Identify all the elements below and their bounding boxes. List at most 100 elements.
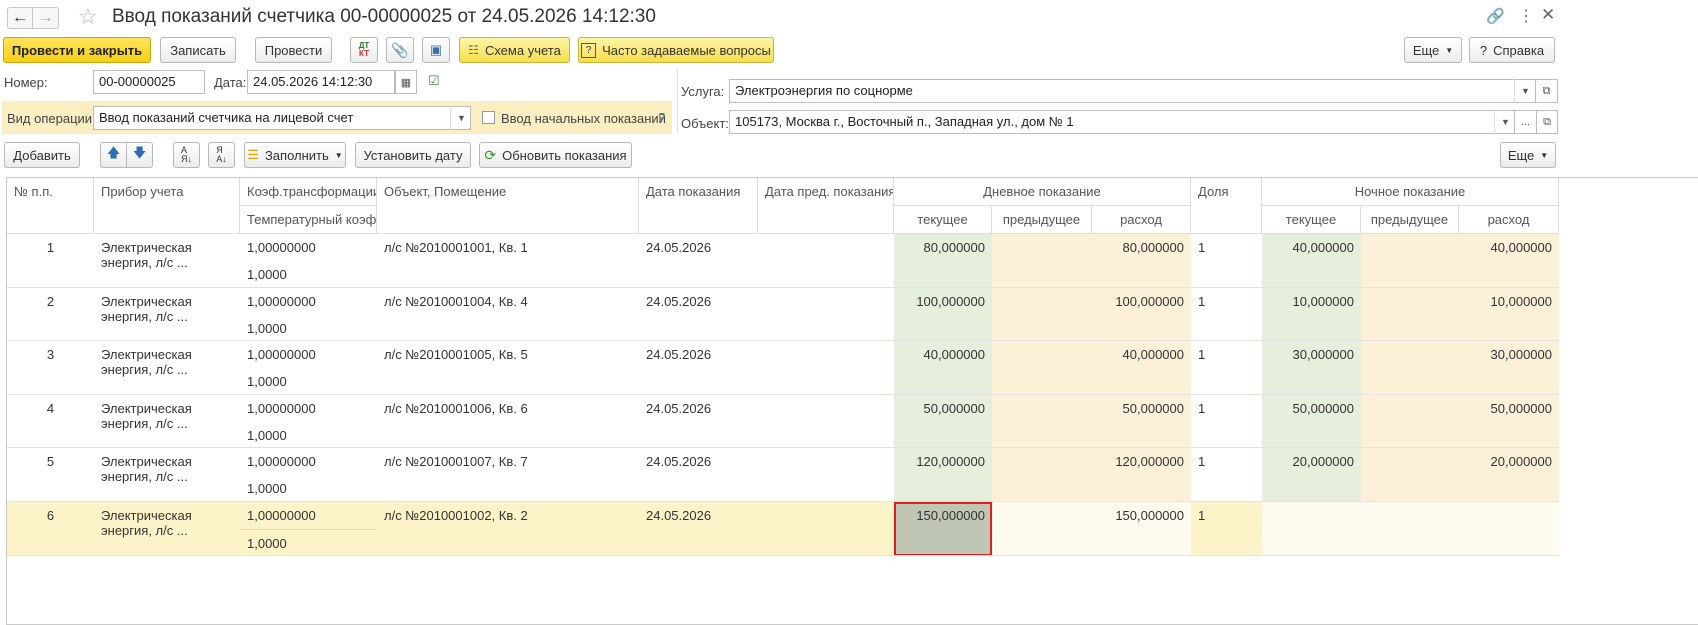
cell-coef[interactable]: 1,00000000 (240, 502, 377, 529)
cell-night-cur[interactable]: 30,000000 (1262, 341, 1361, 395)
col-num[interactable]: № п.п. (7, 178, 94, 234)
object-field[interactable]: 105173, Москва г., Восточный п., Западна… (729, 110, 1515, 134)
cell-device[interactable]: Электрическая энергия, л/с ... (94, 502, 240, 556)
dt-kt-button[interactable]: ДТ КТ (350, 37, 378, 63)
cell-share[interactable]: 1 (1191, 234, 1262, 288)
cell-day-use[interactable]: 80,000000 (1092, 234, 1191, 288)
cell-night-prev[interactable] (1361, 287, 1459, 342)
attach-button[interactable]: 📎 (386, 37, 414, 63)
col-day-previous[interactable]: предыдущее (992, 206, 1092, 234)
operation-dropdown[interactable]: ▼ (450, 106, 472, 130)
object-select-button[interactable]: ... (1515, 110, 1537, 134)
calendar-button[interactable]: ▦ (395, 70, 417, 94)
cell-temp[interactable]: 1,0000 (240, 475, 377, 501)
move-up-button[interactable]: 🡅 (100, 142, 127, 168)
table-row[interactable]: 6 Электрическая энергия, л/с ... 1,0000000… (7, 502, 1559, 556)
cell-object[interactable]: л/с №2010001005, Кв. 5 (377, 341, 639, 395)
cell-share[interactable]: 1 (1191, 341, 1262, 395)
more-button[interactable]: Еще ▼ (1404, 37, 1462, 63)
cell-date[interactable]: 24.05.2026 (639, 288, 758, 342)
structure-button[interactable]: ▣ (422, 37, 450, 63)
cell-night-prev[interactable] (1361, 234, 1459, 288)
cell-day-use[interactable]: 150,000000 (1092, 502, 1191, 556)
cell-device[interactable]: Электрическая энергия, л/с ... (94, 234, 240, 288)
cell-object[interactable]: л/с №2010001004, Кв. 4 (377, 288, 639, 342)
cell-night-prev[interactable] (1361, 448, 1459, 502)
col-day-current[interactable]: текущее (894, 206, 992, 234)
col-night-previous[interactable]: предыдущее (1361, 206, 1459, 234)
cell-day-prev[interactable] (992, 502, 1092, 556)
cell-night-use[interactable]: 50,000000 (1459, 394, 1559, 449)
cell-coef[interactable]: 1,00000000 (240, 395, 377, 422)
operation-field[interactable]: Ввод показаний счетчика на лицевой счет (93, 106, 471, 130)
cell-day-use[interactable]: 40,000000 (1092, 341, 1191, 395)
col-object[interactable]: Объект, Помещение (377, 178, 639, 234)
cell-date[interactable]: 24.05.2026 (639, 234, 758, 288)
cell-temp[interactable]: 1,0000 (240, 261, 377, 287)
cell-night-cur[interactable]: 40,000000 (1262, 234, 1361, 288)
cell-day-cur[interactable]: 120,000000 (894, 448, 992, 502)
object-open-button[interactable]: ⧉ (1536, 110, 1558, 134)
cell-day-prev[interactable] (992, 234, 1092, 288)
table-row[interactable]: 5 Электрическая энергия, л/с ... 1,0000000… (7, 448, 1559, 502)
table-row[interactable]: 1 Электрическая энергия, л/с ... 1,0000000… (7, 234, 1559, 288)
cell-day-prev[interactable] (992, 448, 1092, 502)
cell-temp[interactable]: 1,0000 (240, 422, 377, 448)
cell-device[interactable]: Электрическая энергия, л/с ... (94, 448, 240, 502)
cell-coef[interactable]: 1,00000000 (240, 288, 377, 315)
post-and-close-button[interactable]: Провести и закрыть (3, 37, 151, 63)
cell-share[interactable]: 1 (1191, 288, 1262, 342)
service-dropdown[interactable]: ▼ (1514, 79, 1536, 103)
post-button[interactable]: Провести (255, 37, 332, 63)
cell-night-cur[interactable]: 20,000000 (1262, 448, 1361, 502)
accounting-scheme-button[interactable]: ☷ Схема учета (459, 37, 570, 63)
cell-object[interactable]: л/с №2010001002, Кв. 2 (377, 502, 639, 556)
cell-night-use[interactable] (1459, 502, 1559, 556)
col-temp[interactable]: Температурный коэф. (240, 206, 377, 234)
col-share[interactable]: Доля (1191, 178, 1262, 234)
cell-num[interactable]: 3 (7, 341, 94, 395)
cell-share[interactable]: 1 (1191, 395, 1262, 449)
service-open-button[interactable]: ⧉ (1536, 79, 1558, 103)
cell-night-use[interactable]: 30,000000 (1459, 341, 1559, 395)
cell-night-cur[interactable]: 10,000000 (1262, 287, 1361, 342)
cell-device[interactable]: Электрическая энергия, л/с ... (94, 395, 240, 449)
col-device[interactable]: Прибор учета (94, 178, 240, 234)
table-row[interactable]: 4 Электрическая энергия, л/с ... 1,0000000… (7, 394, 1559, 449)
cell-prev-date[interactable] (758, 395, 894, 449)
sort-desc-button[interactable]: Я А↓ (208, 142, 235, 168)
col-date[interactable]: Дата показания (639, 178, 758, 234)
cell-day-cur[interactable]: 40,000000 (894, 341, 992, 395)
cell-date[interactable]: 24.05.2026 (639, 395, 758, 449)
cell-num[interactable]: 1 (7, 234, 94, 288)
cell-day-prev[interactable] (992, 394, 1092, 449)
cell-night-use[interactable]: 40,000000 (1459, 234, 1559, 288)
back-button[interactable]: ← (7, 7, 33, 29)
cell-num[interactable]: 2 (7, 288, 94, 342)
cell-prev-date[interactable] (758, 448, 894, 502)
table-more-button[interactable]: Еще ▼ (1500, 142, 1556, 168)
cell-date[interactable]: 24.05.2026 (639, 448, 758, 502)
cell-device[interactable]: Электрическая энергия, л/с ... (94, 341, 240, 395)
cell-temp[interactable]: 1,0000 (240, 368, 377, 394)
cell-prev-date[interactable] (758, 234, 894, 288)
cell-date[interactable]: 24.05.2026 (639, 502, 758, 556)
cell-coef[interactable]: 1,00000000 (240, 341, 377, 368)
service-field[interactable]: Электроэнергия по соцнорме (729, 79, 1536, 103)
cell-night-use[interactable]: 10,000000 (1459, 287, 1559, 342)
table-row[interactable]: 2 Электрическая энергия, л/с ... 1,0000000… (7, 287, 1559, 342)
forward-button[interactable]: → (33, 7, 59, 29)
cell-day-prev[interactable] (992, 341, 1092, 395)
add-button[interactable]: Добавить (4, 142, 80, 168)
cell-object[interactable]: л/с №2010001007, Кв. 7 (377, 448, 639, 502)
cell-day-cur[interactable]: 50,000000 (894, 394, 992, 449)
cell-share[interactable]: 1 (1191, 502, 1262, 556)
cell-night-prev[interactable] (1361, 394, 1459, 449)
cell-day-cur[interactable]: 100,000000 (894, 287, 992, 342)
initial-readings-checkbox[interactable] (482, 111, 495, 124)
date-field[interactable]: 24.05.2026 14:12:30 (247, 70, 395, 94)
readings-table[interactable]: № п.п. Прибор учета Коэф.трансформации Т… (6, 177, 1698, 625)
cell-night-use[interactable]: 20,000000 (1459, 448, 1559, 502)
cell-day-prev[interactable] (992, 287, 1092, 342)
document-check-icon[interactable]: ☑ (428, 73, 440, 89)
